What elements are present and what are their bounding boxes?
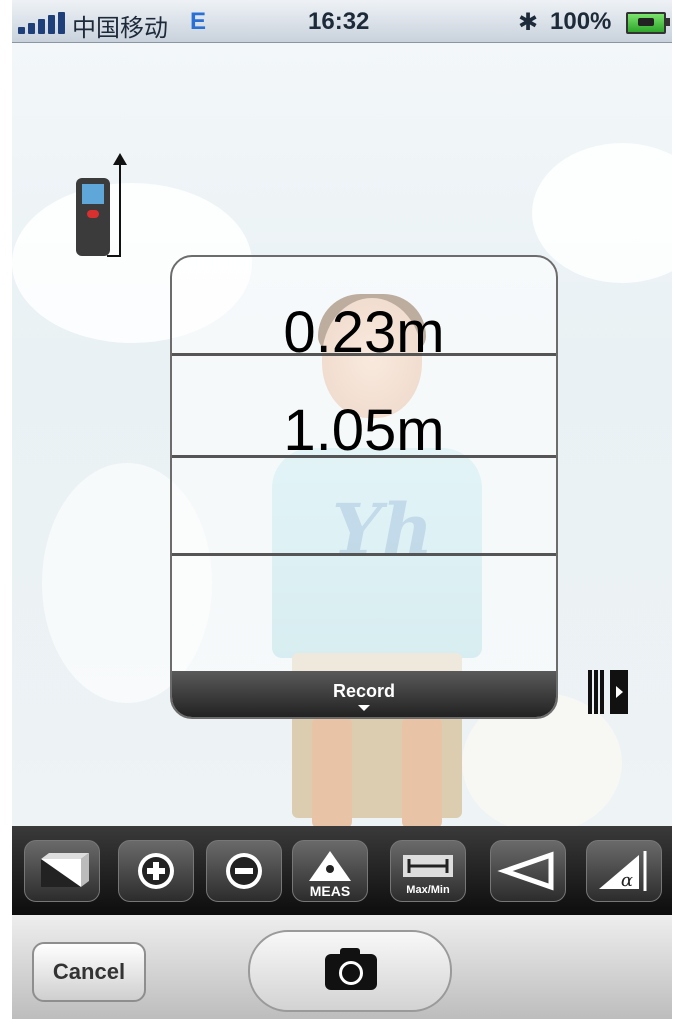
maxmin-button[interactable]: Max/Min — [390, 840, 466, 902]
record-button[interactable]: Record — [172, 671, 556, 717]
area-button[interactable] — [24, 840, 100, 902]
row-divider — [172, 553, 556, 556]
triangle-icon — [497, 851, 554, 891]
maxmin-label: Max/Min — [406, 884, 450, 896]
status-bar: 中国移动 E 16:32 ✱ 100% — [12, 0, 672, 43]
shutter-button[interactable] — [248, 930, 452, 1012]
status-time: 16:32 — [308, 8, 370, 35]
meas-icon: MEAS — [309, 851, 351, 899]
battery-icon — [626, 12, 670, 34]
add-button[interactable] — [118, 840, 194, 902]
battery-percent: 100% — [550, 8, 612, 35]
add-icon — [138, 853, 174, 889]
measurement-reading-2: 1.05m — [283, 398, 445, 463]
cancel-button[interactable]: Cancel — [32, 942, 146, 1002]
chevron-down-icon — [358, 705, 370, 711]
meas-button[interactable]: MEAS — [292, 840, 368, 902]
camera-controls: Cancel — [12, 915, 672, 1019]
maxmin-icon: Max/Min — [403, 855, 453, 896]
subtract-button[interactable] — [206, 840, 282, 902]
meas-label: MEAS — [310, 883, 350, 899]
bluetooth-icon: ✱ — [518, 9, 539, 36]
area-icon — [41, 853, 89, 887]
network-type: E — [190, 8, 207, 35]
record-label: Record — [332, 681, 395, 701]
rangefinder-icon[interactable] — [76, 178, 110, 256]
camera-icon — [325, 948, 377, 990]
alpha-label: α — [621, 870, 633, 891]
camera-preview: Yh 0.23m 1.05m Record — [12, 43, 672, 826]
height-arrow-icon — [119, 163, 121, 256]
measurement-panel: 0.23m 1.05m Record — [170, 255, 558, 719]
history-list-icon[interactable] — [588, 670, 628, 714]
measurement-toolbar: MEAS Max/Min α — [12, 826, 672, 915]
angle-button[interactable]: α — [586, 840, 662, 902]
signal-strength-icon — [18, 12, 70, 34]
triangle-button[interactable] — [490, 840, 566, 902]
angle-icon: α — [599, 851, 647, 891]
subtract-icon — [226, 853, 262, 889]
row-divider — [172, 455, 556, 458]
carrier-name: 中国移动 — [72, 15, 168, 42]
row-divider — [172, 353, 556, 356]
